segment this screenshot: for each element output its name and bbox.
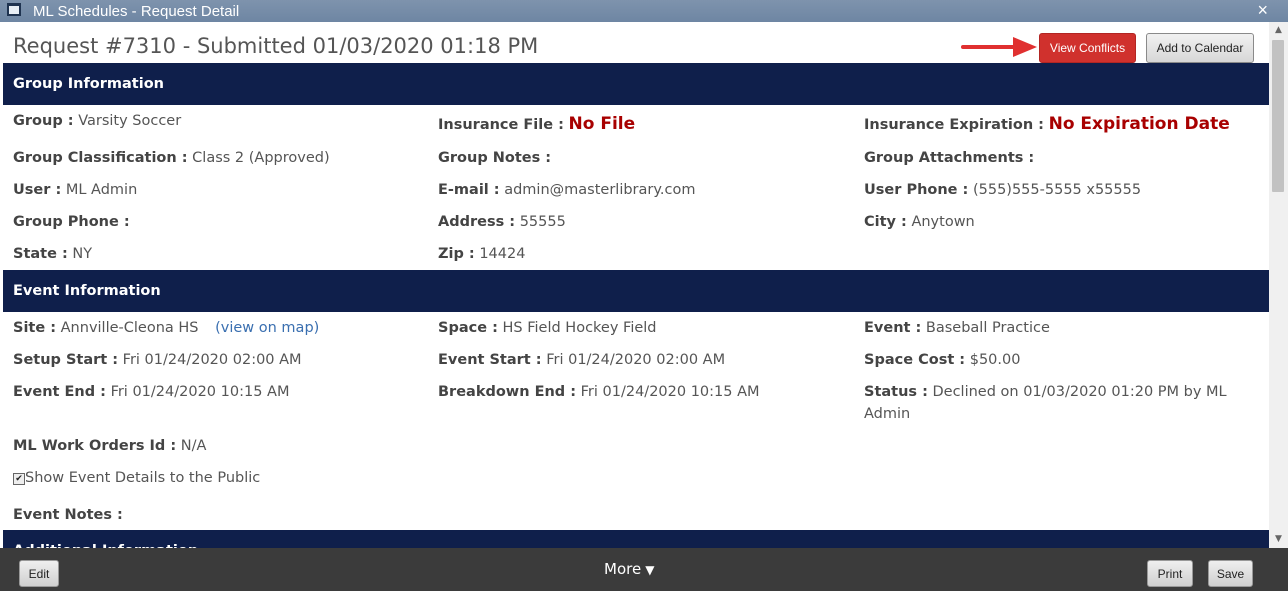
address-value: 55555 <box>519 214 566 230</box>
insurance-expiration-field: Insurance Expiration : No Expiration Dat… <box>864 113 1230 136</box>
setup-start-value: Fri 01/24/2020 02:00 AM <box>122 352 302 368</box>
state-field: State : NY <box>13 243 92 265</box>
group-classification-label: Group Classification : <box>13 150 188 166</box>
group-notes-label: Group Notes : <box>438 150 552 166</box>
event-start-label: Event Start : <box>438 352 542 368</box>
insurance-expiration-label: Insurance Expiration : <box>864 117 1044 133</box>
breakdown-end-value: Fri 01/24/2020 10:15 AM <box>580 384 760 400</box>
group-attachments-label: Group Attachments : <box>864 150 1035 166</box>
insurance-file-field: Insurance File : No File <box>438 113 635 136</box>
view-on-map-link[interactable]: (view on map) <box>215 320 319 336</box>
page-title: Request #7310 - Submitted 01/03/2020 01:… <box>13 34 539 58</box>
work-orders-value: N/A <box>180 438 207 454</box>
zip-field: Zip : 14424 <box>438 243 525 265</box>
email-label: E-mail : <box>438 182 500 198</box>
scroll-up-icon[interactable]: ▲ <box>1269 22 1288 39</box>
address-field: Address : 55555 <box>438 211 566 233</box>
user-label: User : <box>13 182 62 198</box>
status-field: Status : Declined on 01/03/2020 01:20 PM… <box>864 381 1254 425</box>
address-label: Address : <box>438 214 516 230</box>
window-title: ML Schedules - Request Detail <box>33 3 240 20</box>
event-notes-label: Event Notes : <box>13 507 123 523</box>
work-orders-label: ML Work Orders Id : <box>13 438 177 454</box>
user-phone-label: User Phone : <box>864 182 969 198</box>
site-value: Annville-Cleona HS <box>60 320 199 336</box>
city-label: City : <box>864 214 907 230</box>
request-detail-content: Request #7310 - Submitted 01/03/2020 01:… <box>3 22 1269 548</box>
event-notes-field: Event Notes : <box>13 504 123 526</box>
user-phone-value: (555)555-5555 x55555 <box>972 182 1142 198</box>
group-classification-value: Class 2 (Approved) <box>192 150 330 166</box>
group-information-header: Group Information <box>3 63 1269 105</box>
space-cost-label: Space Cost : <box>864 352 966 368</box>
zip-label: Zip : <box>438 246 475 262</box>
group-attachments-field: Group Attachments : <box>864 147 1034 169</box>
event-start-value: Fri 01/24/2020 02:00 AM <box>546 352 726 368</box>
group-value: Varsity Soccer <box>78 113 182 129</box>
status-label: Status : <box>864 384 928 400</box>
event-end-field: Event End : Fri 01/24/2020 10:15 AM <box>13 381 289 403</box>
save-button[interactable]: Save <box>1208 560 1253 587</box>
setup-start-label: Setup Start : <box>13 352 119 368</box>
event-label: Event : <box>864 320 922 336</box>
group-phone-label: Group Phone : <box>13 214 130 230</box>
scroll-down-icon[interactable]: ▼ <box>1269 531 1288 548</box>
event-value: Baseball Practice <box>925 320 1050 336</box>
event-start-field: Event Start : Fri 01/24/2020 02:00 AM <box>438 349 725 371</box>
space-cost-value: $50.00 <box>969 352 1021 368</box>
space-label: Space : <box>438 320 498 336</box>
insurance-file-label: Insurance File : <box>438 117 564 133</box>
red-arrow-annotation <box>961 37 1037 57</box>
event-end-label: Event End : <box>13 384 106 400</box>
space-cost-field: Space Cost : $50.00 <box>864 349 1020 371</box>
window-titlebar: ML Schedules - Request Detail × <box>0 0 1288 22</box>
more-label: More <box>604 560 642 578</box>
user-phone-field: User Phone : (555)555-5555 x55555 <box>864 179 1141 201</box>
show-public-label: Show Event Details to the Public <box>25 470 261 486</box>
additional-information-header: Additional Information <box>3 530 1269 548</box>
site-field: Site : Annville-Cleona HS (view on map) <box>13 317 319 339</box>
group-label: Group : <box>13 113 74 129</box>
add-to-calendar-button[interactable]: Add to Calendar <box>1146 33 1254 63</box>
space-field: Space : HS Field Hockey Field <box>438 317 657 339</box>
scrollbar-thumb[interactable] <box>1272 40 1284 192</box>
state-label: State : <box>13 246 68 262</box>
city-field: City : Anytown <box>864 211 975 233</box>
insurance-file-value: No File <box>568 114 636 134</box>
group-field: Group : Varsity Soccer <box>13 110 181 132</box>
city-value: Anytown <box>911 214 975 230</box>
show-public-field: ✔ Show Event Details to the Public <box>13 467 260 489</box>
zip-value: 14424 <box>479 246 526 262</box>
user-field: User : ML Admin <box>13 179 137 201</box>
group-notes-field: Group Notes : <box>438 147 551 169</box>
vertical-scrollbar[interactable]: ▲ ▼ <box>1269 22 1288 548</box>
footer-bar: Edit More ▼ Print Save <box>0 548 1288 591</box>
space-value: HS Field Hockey Field <box>502 320 657 336</box>
email-field: E-mail : admin@masterlibrary.com <box>438 179 695 201</box>
window-icon <box>7 3 21 16</box>
state-value: NY <box>72 246 93 262</box>
insurance-expiration-value: No Expiration Date <box>1048 114 1230 134</box>
email-value: admin@masterlibrary.com <box>504 182 696 198</box>
group-classification-field: Group Classification : Class 2 (Approved… <box>13 147 330 169</box>
show-public-checkbox[interactable]: ✔ <box>13 473 25 485</box>
user-value: ML Admin <box>65 182 138 198</box>
event-field: Event : Baseball Practice <box>864 317 1050 339</box>
event-information-header: Event Information <box>3 270 1269 312</box>
close-icon[interactable]: × <box>1257 0 1268 21</box>
view-conflicts-button[interactable]: View Conflicts <box>1039 33 1136 63</box>
work-orders-field: ML Work Orders Id : N/A <box>13 435 206 457</box>
breakdown-end-label: Breakdown End : <box>438 384 577 400</box>
group-phone-field: Group Phone : <box>13 211 130 233</box>
print-button[interactable]: Print <box>1147 560 1193 587</box>
edit-button[interactable]: Edit <box>19 560 59 587</box>
caret-down-icon: ▼ <box>645 563 655 577</box>
more-menu[interactable]: More ▼ <box>604 560 654 578</box>
site-label: Site : <box>13 320 57 336</box>
breakdown-end-field: Breakdown End : Fri 01/24/2020 10:15 AM <box>438 381 760 403</box>
event-end-value: Fri 01/24/2020 10:15 AM <box>110 384 290 400</box>
setup-start-field: Setup Start : Fri 01/24/2020 02:00 AM <box>13 349 302 371</box>
